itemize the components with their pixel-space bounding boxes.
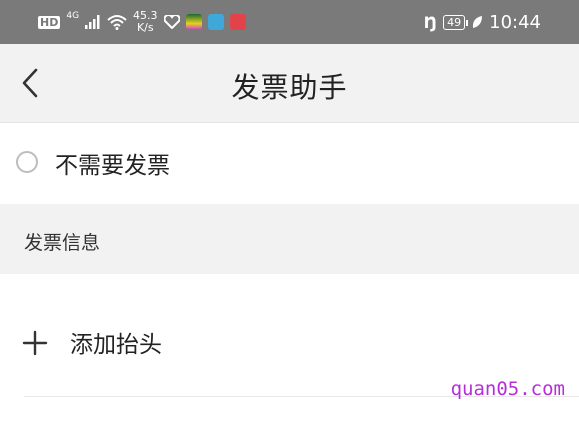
no-invoice-option[interactable]: 不需要发票 <box>0 123 579 203</box>
section-title: 发票信息 <box>24 232 101 254</box>
watermark: quan05.com <box>450 378 565 400</box>
status-bar: HD 4G 45.3 K/s Ŋ 49 10:44 <box>0 0 579 44</box>
book-app-icon <box>207 14 224 30</box>
hd-badge: HD <box>38 15 61 29</box>
title-bar: 发票助手 <box>0 44 579 123</box>
no-invoice-label: 不需要发票 <box>55 153 170 179</box>
speed-unit: K/s <box>136 21 154 34</box>
battery-indicator: 49 <box>443 14 469 30</box>
page-title: 发票助手 <box>231 71 348 104</box>
leaf-icon <box>473 16 483 28</box>
heart-app-icon <box>163 15 180 29</box>
clock: 10:44 <box>489 11 541 33</box>
plus-icon <box>22 330 48 356</box>
no-invoice-radio[interactable] <box>16 151 38 173</box>
add-header-label: 添加抬头 <box>70 332 162 358</box>
wifi-icon <box>107 15 127 30</box>
signal-icon <box>85 15 100 29</box>
invoice-info-section: 发票信息 <box>0 204 579 274</box>
game-app-icon <box>185 14 202 30</box>
status-right: Ŋ 49 10:44 <box>424 8 541 36</box>
status-left: HD 4G 45.3 K/s <box>38 8 246 36</box>
network-type: 4G <box>66 11 80 21</box>
network-speed: 45.3 K/s <box>133 10 158 34</box>
huawei-app-icon <box>229 14 246 30</box>
nfc-icon: Ŋ <box>423 12 438 32</box>
